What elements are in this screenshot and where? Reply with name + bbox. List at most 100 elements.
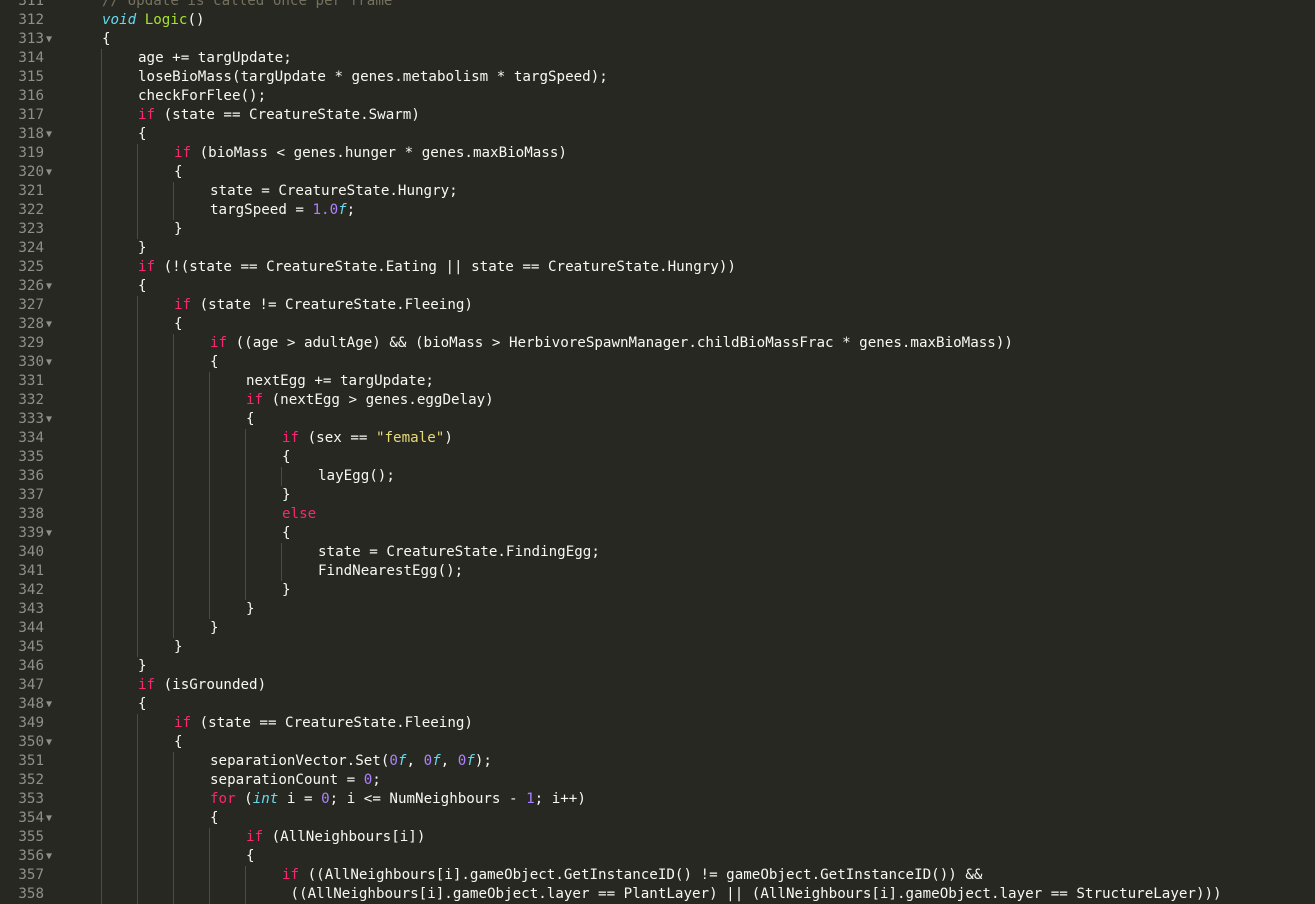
indent-guide [137, 752, 138, 771]
triangle-down-icon[interactable]: ▼ [46, 809, 52, 828]
code-line[interactable]: 347 if (isGrounded) [0, 676, 1315, 695]
code-line[interactable]: 349 if (state == CreatureState.Fleeing) [0, 714, 1315, 733]
token: (isGrounded) [155, 677, 267, 693]
code-line[interactable]: 346} [0, 657, 1315, 676]
code-line[interactable]: 341 FindNearestEgg(); [0, 562, 1315, 581]
triangle-down-icon[interactable]: ▼ [46, 163, 52, 182]
token: (nextEgg > genes.eggDelay) [263, 392, 494, 408]
code-line[interactable]: 312 void Logic() [0, 11, 1315, 30]
line-number: 319 [18, 145, 44, 161]
indent-guide [209, 562, 210, 581]
code-line[interactable]: 315 loseBioMass(targUpdate * genes.metabo… [0, 68, 1315, 87]
token: ; [346, 202, 356, 218]
triangle-down-icon[interactable]: ▼ [46, 524, 52, 543]
code-line[interactable]: 353 for (int i = 0; i <= NumNeighbours - … [0, 790, 1315, 809]
code-line[interactable]: 357 if ((AllNeighbours[i].gameObject.GetI… [0, 866, 1315, 885]
code-line[interactable]: 324} [0, 239, 1315, 258]
triangle-down-icon[interactable]: ▼ [46, 847, 52, 866]
code-line[interactable]: 338 else [0, 505, 1315, 524]
code-line[interactable]: 323} [0, 220, 1315, 239]
code-line[interactable]: 350 ▼ { [0, 733, 1315, 752]
code-text: if (state == CreatureState.Fleeing) [174, 714, 473, 733]
triangle-down-icon[interactable]: ▼ [46, 277, 52, 296]
code-line[interactable]: 342} [0, 581, 1315, 600]
token: FindNearestEgg(); [318, 563, 464, 579]
code-line[interactable]: 345} [0, 638, 1315, 657]
triangle-down-icon[interactable]: ▼ [46, 733, 52, 752]
token-num: 0 [321, 791, 330, 807]
code-line[interactable]: 321 state = CreatureState.Hungry; [0, 182, 1315, 201]
triangle-down-icon[interactable]: ▼ [46, 125, 52, 144]
token: separationCount = [210, 772, 364, 788]
code-line[interactable]: 329 if ((age > adultAge) && (bioMass > He… [0, 334, 1315, 353]
token-num: 0 [363, 772, 373, 788]
triangle-down-icon[interactable]: ▼ [46, 410, 52, 429]
code-line[interactable]: 336 layEgg(); [0, 467, 1315, 486]
code-line[interactable]: 334 if (sex == "female") [0, 429, 1315, 448]
code-line[interactable]: 316 checkForFlee(); [0, 87, 1315, 106]
code-line[interactable]: 328 ▼ { [0, 315, 1315, 334]
code-text: { [174, 163, 183, 182]
token: nextEgg += targUpdate; [246, 373, 434, 389]
code-line[interactable]: 326 ▼ { [0, 277, 1315, 296]
indent-guide [101, 771, 102, 790]
token-kw: for [210, 791, 236, 807]
line-number: 317 [18, 107, 44, 123]
code-line[interactable]: 344} [0, 619, 1315, 638]
code-line[interactable]: 317 if (state == CreatureState.Swarm) [0, 106, 1315, 125]
code-line[interactable]: 314 age += targUpdate; [0, 49, 1315, 68]
indent-guide [137, 448, 138, 467]
code-line[interactable]: 343} [0, 600, 1315, 619]
code-line[interactable]: 322 targSpeed = 1.0f; [0, 201, 1315, 220]
code-line[interactable]: 355 if (AllNeighbours[i]) [0, 828, 1315, 847]
indent-guide [173, 828, 174, 847]
code-line[interactable]: 333 ▼ { [0, 410, 1315, 429]
code-line[interactable]: 358 ((AllNeighbours[i].gameObject.layer … [0, 885, 1315, 904]
indent-guide [173, 334, 174, 353]
code-line[interactable]: 320 ▼ { [0, 163, 1315, 182]
line-number: 335 [18, 449, 44, 465]
code-line[interactable]: 352 separationCount = 0; [0, 771, 1315, 790]
code-editor[interactable]: 311 // Update is called once per frame 312… [0, 0, 1315, 904]
triangle-down-icon[interactable]: ▼ [46, 30, 52, 49]
code-line[interactable]: 313 ▼ { [0, 30, 1315, 49]
code-line[interactable]: 339 ▼ { [0, 524, 1315, 543]
code-line[interactable]: 331 nextEgg += targUpdate; [0, 372, 1315, 391]
indent-guide [173, 600, 174, 619]
indent-guide [137, 809, 138, 828]
token-kw: if [138, 259, 156, 275]
code-line[interactable]: 330 ▼ { [0, 353, 1315, 372]
triangle-down-icon[interactable]: ▼ [46, 695, 52, 714]
indent-guide [101, 239, 102, 258]
indent-guide [173, 448, 174, 467]
line-number: 354 [18, 810, 44, 826]
token: , [440, 753, 458, 769]
code-line[interactable]: 356 ▼ { [0, 847, 1315, 866]
code-line[interactable]: 325 if (!(state == CreatureState.Eating |… [0, 258, 1315, 277]
code-line[interactable]: 340 state = CreatureState.FindingEgg; [0, 543, 1315, 562]
indent-guide [173, 790, 174, 809]
code-line[interactable]: 318 ▼ { [0, 125, 1315, 144]
indent-guide [101, 733, 102, 752]
indent-guide [101, 315, 102, 334]
code-line[interactable]: 327 if (state != CreatureState.Fleeing) [0, 296, 1315, 315]
triangle-down-icon[interactable]: ▼ [46, 315, 52, 334]
indent-guide [101, 828, 102, 847]
line-number: 340 [18, 544, 44, 560]
triangle-down-icon[interactable]: ▼ [46, 353, 52, 372]
code-line[interactable]: 354 ▼ { [0, 809, 1315, 828]
code-line[interactable]: 337} [0, 486, 1315, 505]
code-text: if (isGrounded) [138, 676, 266, 695]
code-line[interactable]: 319 if (bioMass < genes.hunger * genes.ma… [0, 144, 1315, 163]
code-line[interactable]: 311 // Update is called once per frame [0, 0, 1315, 11]
indent-guide [173, 771, 174, 790]
code-line[interactable]: 335 { [0, 448, 1315, 467]
token: ( [235, 791, 253, 807]
indent-guide [101, 638, 102, 657]
code-line[interactable]: 348 ▼ { [0, 695, 1315, 714]
token: { [138, 126, 147, 142]
line-number: 334 [18, 430, 44, 446]
token: (AllNeighbours[i]) [263, 829, 426, 845]
code-line[interactable]: 332 if (nextEgg > genes.eggDelay) [0, 391, 1315, 410]
code-line[interactable]: 351 separationVector.Set(0f, 0f, 0f); [0, 752, 1315, 771]
